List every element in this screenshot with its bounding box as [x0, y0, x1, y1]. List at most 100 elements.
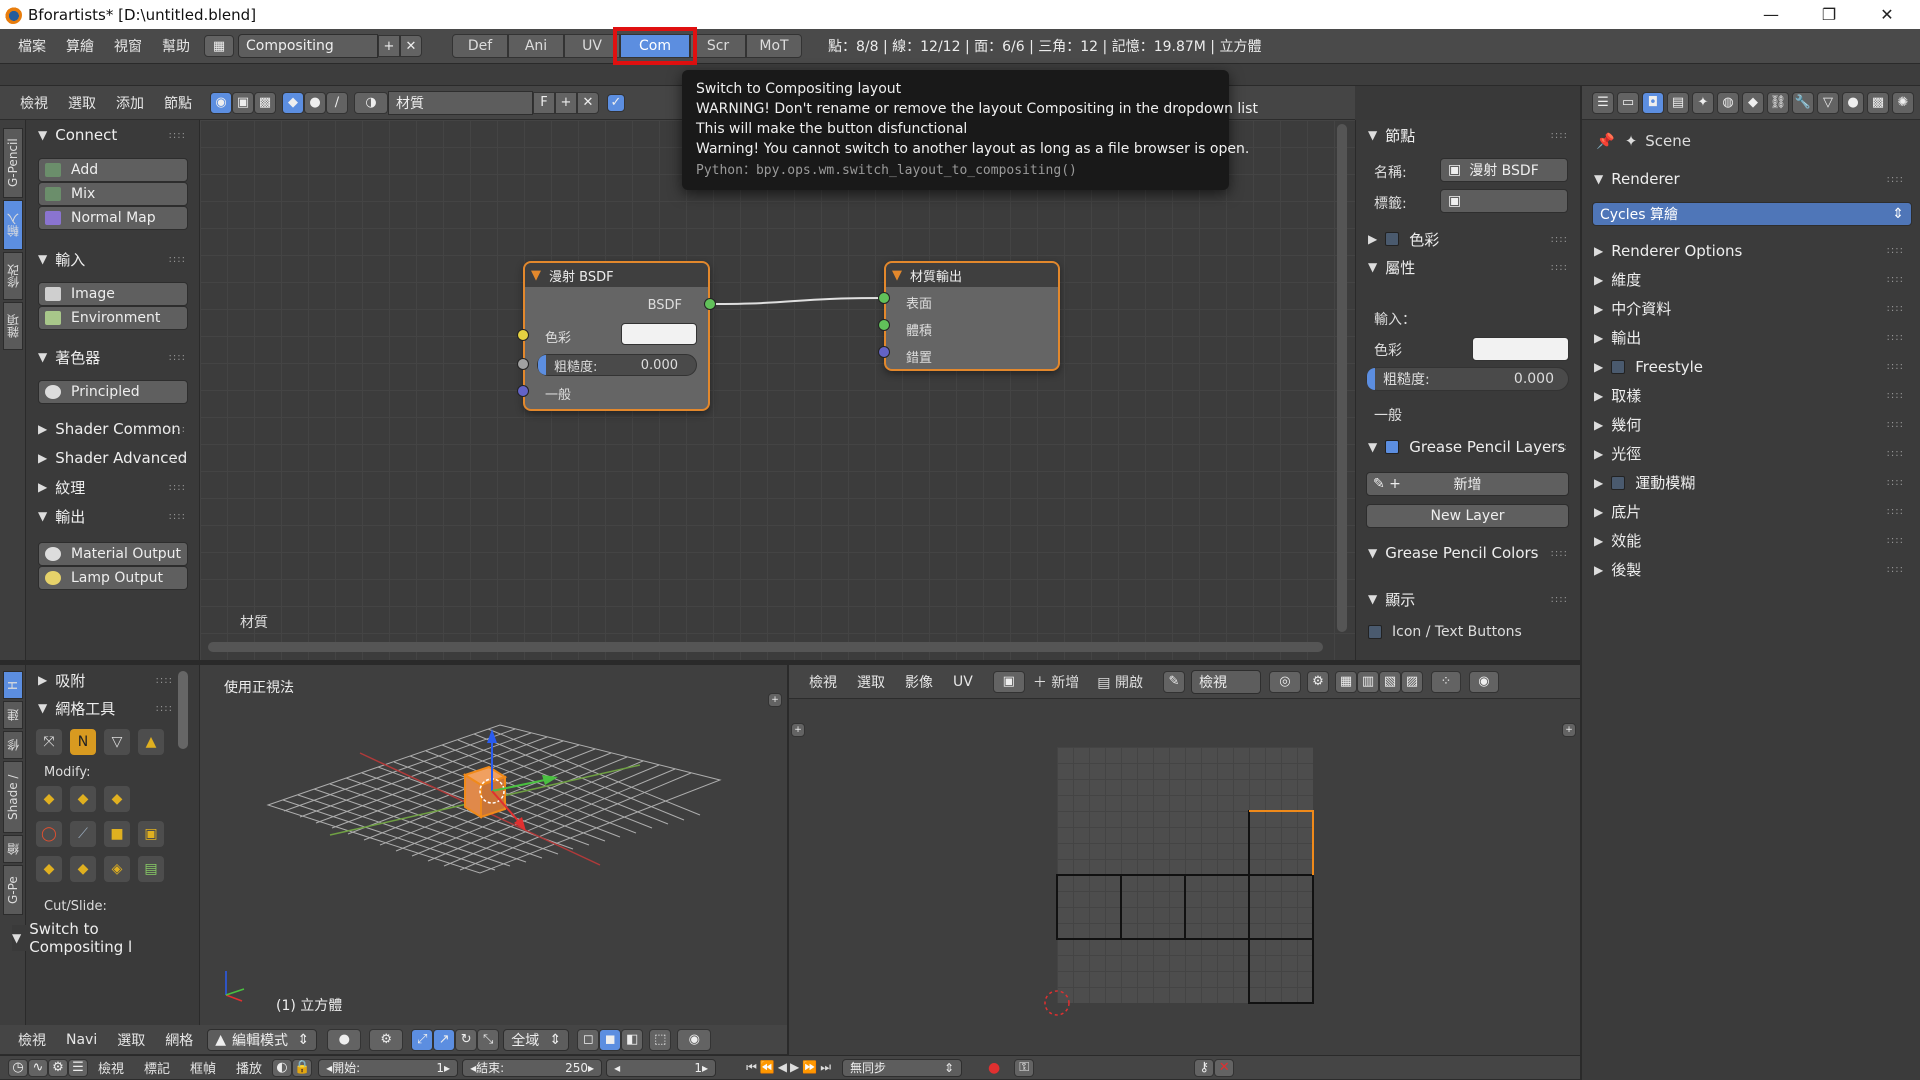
menu-window[interactable]: 視窗	[104, 36, 152, 56]
section-film[interactable]: ▶ 底片::::	[1594, 497, 1914, 526]
remove-layout-button[interactable]: ✕	[400, 35, 422, 57]
material-output-button[interactable]: Material Output	[38, 542, 188, 566]
spin-icon[interactable]: ▣	[138, 821, 164, 847]
section-geometry[interactable]: ▶ 幾何::::	[1594, 410, 1914, 439]
data-icon[interactable]: ▽	[1817, 91, 1839, 114]
prop-color-swatch[interactable]	[1472, 337, 1569, 361]
current-frame-field[interactable]: ◂ 1 ▸	[606, 1058, 717, 1077]
bsdf-roughness-slider[interactable]: 粗糙度: 0.000	[537, 354, 697, 376]
start-frame-field[interactable]: ◂ 開始: 1 ▸	[318, 1058, 459, 1077]
gp-new-button[interactable]: ✎ + 新增	[1366, 472, 1569, 496]
use-nodes-checkbox[interactable]: ✓	[607, 93, 625, 112]
tab-paint[interactable]: 繪	[3, 835, 23, 863]
modifiers-icon[interactable]: 🔧	[1792, 91, 1814, 114]
bsdf-roughness-socket[interactable]	[517, 358, 529, 370]
node-name-field[interactable]: ▣ 漫射 BSDF	[1440, 158, 1568, 182]
render-engine-select[interactable]: Cycles 算繪 ⇕	[1592, 202, 1912, 226]
panel-snap[interactable]: ▶ 吸附::::	[38, 667, 183, 693]
tab-misc[interactable]: 雜項	[3, 302, 23, 350]
view3d-menu-mesh[interactable]: 網格	[155, 1030, 203, 1050]
close-window-button[interactable]: ✕	[1858, 0, 1916, 29]
tab-create[interactable]: 建	[3, 701, 23, 729]
tab-shade[interactable]: Shade /	[3, 761, 23, 833]
menu-help[interactable]: 幫助	[152, 36, 200, 56]
texture-icon[interactable]: ▩	[1867, 91, 1889, 114]
restore-button[interactable]: ❐	[1800, 0, 1858, 29]
section-metadata[interactable]: ▶ 中介資料::::	[1594, 294, 1914, 323]
shading-icon[interactable]: ●	[327, 1028, 362, 1051]
section-post-processing[interactable]: ▶ 後製::::	[1594, 555, 1914, 584]
vertex-tool-icon[interactable]: ▽	[104, 729, 130, 755]
layout-selector[interactable]: Compositing	[238, 34, 378, 58]
gp-layers-checkbox[interactable]	[1385, 440, 1400, 454]
node-v-scrollbar[interactable]	[1337, 124, 1347, 632]
operator-panel[interactable]: ▼ Switch to Compositing l	[12, 920, 192, 956]
node-label-field[interactable]: ▣	[1440, 189, 1568, 213]
lock-icon[interactable]: 🔒	[292, 1058, 313, 1077]
compositing-nodes-icon[interactable]: ▣	[232, 91, 254, 114]
world-shader-icon[interactable]: ●	[304, 91, 326, 114]
pivot-point-icon[interactable]: ⚙	[369, 1028, 404, 1051]
diffuse-bsdf-node[interactable]: ▼ 漫射 BSDF BSDF 色彩 粗糙度: 0.000 一般	[523, 261, 710, 411]
section-renderer-options[interactable]: ▶ Renderer Options::::	[1594, 236, 1914, 265]
bsdf-normal-socket[interactable]	[517, 385, 529, 397]
view3d-menu-select[interactable]: 選取	[107, 1030, 155, 1050]
extrude-icon[interactable]: ◆	[36, 786, 62, 812]
timeline-menu-view[interactable]: 檢視	[88, 1058, 134, 1077]
section-light-paths[interactable]: ▶ 光徑::::	[1594, 439, 1914, 468]
linestyle-icon[interactable]: ∕	[326, 91, 348, 114]
menu-render[interactable]: 算繪	[56, 36, 104, 56]
tool-shelf-scrollbar[interactable]	[178, 671, 188, 749]
material-icon[interactable]: ●	[1842, 91, 1864, 114]
subdivide-icon[interactable]: ■	[104, 821, 130, 847]
texture-nodes-icon[interactable]: ▩	[254, 91, 276, 114]
end-frame-field[interactable]: ◂ 結束: 250 ▸	[462, 1058, 603, 1077]
tab-ani[interactable]: Ani	[508, 34, 564, 58]
section-freestyle[interactable]: ▶ Freestyle::::	[1594, 352, 1914, 381]
tab-edit[interactable]: 修	[3, 731, 23, 759]
translate-icon[interactable]: ↗	[433, 1028, 456, 1051]
proportional-edit-icon[interactable]: ◉	[677, 1028, 712, 1051]
tab-scr[interactable]: Scr	[690, 34, 746, 58]
new-layer-button[interactable]: New Layer	[1366, 504, 1569, 528]
scale-icon[interactable]: ⤡	[477, 1028, 500, 1051]
keying-icon[interactable]: ⚿	[1014, 1058, 1035, 1077]
surface-socket[interactable]	[878, 292, 890, 304]
panel-shader-common[interactable]: ▶ Shader Common::::	[38, 416, 196, 442]
layers-icon[interactable]: ▤	[1667, 91, 1689, 114]
panel-node[interactable]: ▼ 節點::::	[1368, 122, 1578, 148]
node-menu-node[interactable]: 節點	[154, 93, 202, 113]
panel-display[interactable]: ▼ 顯示::::	[1368, 586, 1578, 612]
node-canvas[interactable]: ▼ 漫射 BSDF BSDF 色彩 粗糙度: 0.000 一般 ▼ 材質輸出 表面 體…	[200, 120, 1355, 660]
minimize-button[interactable]: —	[1742, 0, 1800, 29]
panel-renderer[interactable]: ▼ Renderer::::	[1594, 166, 1914, 192]
tab-gpencil[interactable]: G-Pencil	[3, 128, 23, 198]
sync-mode-select[interactable]: 無同步 ⇕	[842, 1058, 963, 1077]
render-tab-icon[interactable]: ▭	[1617, 91, 1639, 114]
add-node-button[interactable]: Add	[38, 158, 188, 182]
panel-gp-layers[interactable]: ▼ Grease Pencil Layers::::	[1368, 434, 1578, 460]
image-node-button[interactable]: Image	[38, 282, 188, 306]
editor-type-icon[interactable]: ☰	[1592, 91, 1614, 114]
section-output[interactable]: ▶ 輸出::::	[1594, 323, 1914, 352]
mode-select[interactable]: ▲ 編輯模式 ⇕	[207, 1028, 318, 1051]
timeline-icon-4[interactable]: ☰	[68, 1058, 88, 1077]
screw-icon[interactable]: ▤	[138, 856, 164, 882]
bevel-icon[interactable]: ◆	[104, 786, 130, 812]
icon-text-toggle[interactable]: Icon / Text Buttons	[1368, 624, 1522, 640]
object-icon[interactable]: ◆	[1742, 91, 1764, 114]
occlude-icon[interactable]: ⬚	[649, 1028, 672, 1051]
mirror-tool-icon[interactable]: ▲	[138, 729, 164, 755]
tab-mot[interactable]: MoT	[746, 34, 802, 58]
principled-node-button[interactable]: Principled	[38, 380, 188, 404]
panel-output[interactable]: ▼ 輸出::::	[38, 503, 196, 529]
pin-icon[interactable]: 📌	[1596, 132, 1615, 150]
bsdf-color-socket[interactable]	[517, 329, 529, 341]
render-settings-icon[interactable]: ◘	[1642, 91, 1664, 114]
prop-roughness-slider[interactable]: 粗糙度: 0.000	[1366, 367, 1569, 391]
timeline-menu-marker[interactable]: 標記	[134, 1058, 180, 1077]
tab-uv[interactable]: UV	[564, 34, 620, 58]
node-menu-view[interactable]: 檢視	[10, 93, 58, 113]
material-output-node[interactable]: ▼ 材質輸出 表面 體積 錯置	[884, 261, 1060, 371]
randomize-icon[interactable]: ◆	[70, 856, 96, 882]
